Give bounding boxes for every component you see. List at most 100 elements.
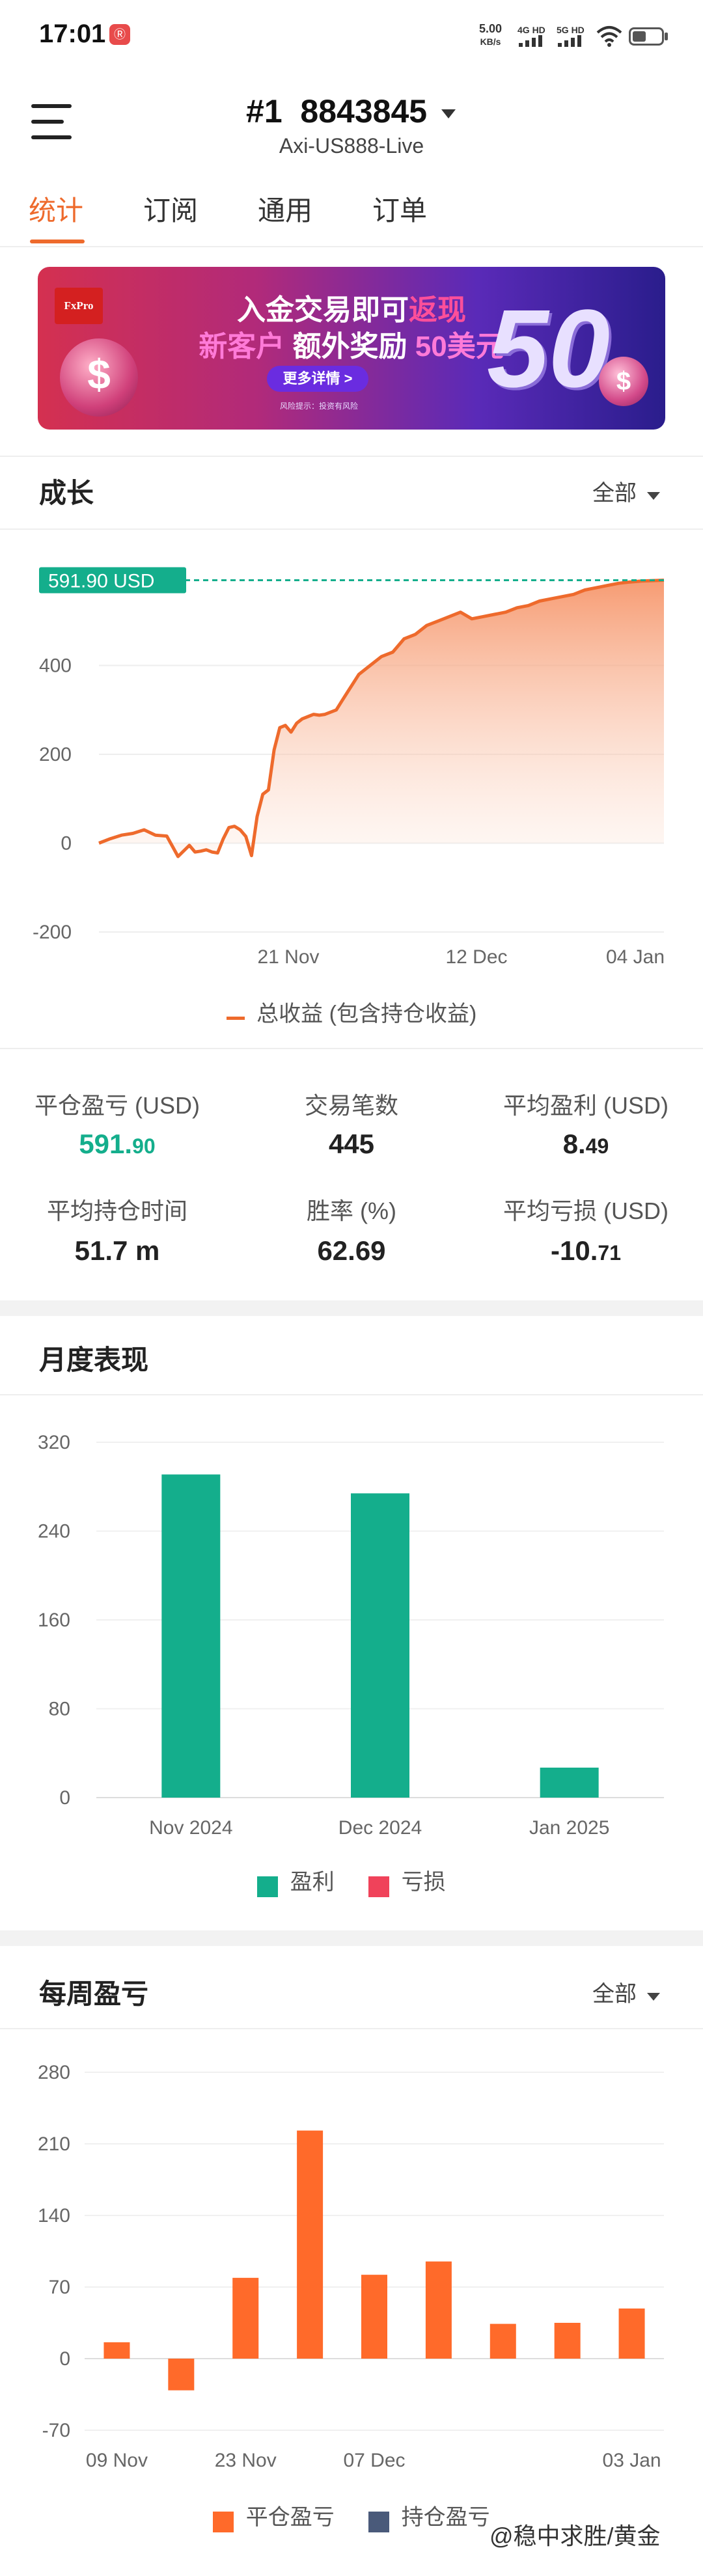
tab-subscribe[interactable]: 订阅 — [143, 189, 198, 228]
monthly-x-tick-label: Dec 2024 — [338, 1817, 422, 1839]
growth-y-tick-label: 200 — [39, 744, 72, 765]
growth-chart: -200 0 200 400 21 Nov 12 Dec 04 Jan 591.90 US… — [33, 567, 665, 968]
weekly-x-tick-label: 07 Dec — [343, 2450, 405, 2471]
tab-stats[interactable]: 统计 — [29, 189, 83, 228]
banner-fine-print: 风险提示：投资有风险 — [280, 402, 359, 411]
legend-profit-swatch — [257, 1876, 279, 1897]
caret-down-icon — [647, 492, 661, 500]
weekly-y-tick-label: 210 — [38, 2133, 70, 2155]
stat-value-closed-pnl: 591.90 — [7, 1129, 228, 1160]
weekly-bar — [103, 2342, 130, 2359]
legend-loss-swatch — [368, 1876, 390, 1897]
legend-profit-label: 盈利 — [290, 1870, 335, 1895]
weekly-y-tick-label: 0 — [59, 2348, 70, 2370]
stat-value-small: 71 — [598, 1241, 621, 1265]
net-speed-unit: KB/s — [480, 36, 501, 47]
section-divider — [0, 1394, 703, 1395]
net-speed-value: 5.00 — [479, 22, 503, 35]
stat-value-small: 49 — [585, 1134, 609, 1158]
monthly-y-tick-label: 320 — [38, 1432, 70, 1453]
stat-value-avg-profit: 8.49 — [475, 1129, 696, 1160]
growth-title: 成长 — [39, 478, 94, 508]
monthly-y-tick-label: 240 — [38, 1521, 70, 1542]
weekly-bar — [554, 2323, 581, 2359]
growth-current-label: 591.90 USD — [39, 567, 186, 594]
stat-label-win-rate: 胜率 (%) — [307, 1198, 396, 1224]
growth-legend-swatch — [226, 1017, 245, 1021]
weekly-x-tick-label: 09 Nov — [86, 2450, 148, 2471]
weekly-bar — [425, 2261, 452, 2359]
legend-loss-label: 亏损 — [401, 1870, 446, 1895]
status-time: 17:01 — [39, 20, 106, 48]
promo-banner[interactable]: FxPro $ 入金交易即可返现 新客户 额外奖励 50美元 更多详情 > 风险… — [38, 267, 665, 430]
growth-legend: 总收益 (包含持仓收益) — [0, 996, 703, 1028]
account-selector[interactable]: #1 8843845 — [0, 92, 703, 130]
wifi-icon — [596, 26, 622, 47]
dollar-coin-icon: $ — [599, 357, 648, 406]
battery-tip-icon — [665, 33, 668, 40]
section-divider — [0, 528, 703, 530]
section-divider — [0, 2028, 703, 2029]
weekly-y-tick-label: -70 — [42, 2420, 70, 2441]
monthly-x-tick-label: Jan 2025 — [529, 1817, 609, 1839]
legend-open-swatch — [368, 2511, 390, 2532]
growth-area — [99, 580, 664, 856]
monthly-legend: 盈利 亏损 — [0, 1864, 703, 1897]
monthly-y-tick-label: 160 — [38, 1610, 70, 1631]
stat-value-trades: 445 — [328, 1129, 375, 1159]
section-gap — [0, 1300, 703, 1316]
weekly-title: 每周盈亏 — [39, 1979, 149, 2009]
account-number: #1 8843845 — [246, 93, 428, 130]
banner-new-customer: 新客户 — [199, 331, 285, 363]
tab-indicator — [30, 240, 85, 243]
watermark: @稳中求胜/黄金 — [489, 2523, 661, 2549]
weekly-bar — [232, 2277, 259, 2359]
section-divider — [0, 1048, 703, 1049]
weekly-bar — [297, 2130, 324, 2359]
net-speed: 5.00 KB/s — [479, 22, 502, 48]
banner-headline-text: 入金交易即可 — [237, 294, 409, 326]
monthly-title: 月度表现 — [39, 1345, 149, 1375]
legend-open-label: 持仓盈亏 — [401, 2505, 490, 2530]
weekly-filter-dropdown[interactable]: 全部 — [592, 1976, 661, 2008]
growth-x-ticks: 21 Nov 12 Dec 04 Jan — [257, 946, 665, 968]
caret-down-icon — [441, 109, 456, 118]
weekly-y-tick-label: 280 — [38, 2062, 70, 2083]
growth-filter-dropdown[interactable]: 全部 — [592, 475, 661, 507]
stat-label-trades: 交易笔数 — [304, 1092, 398, 1119]
monthly-x-tick-label: Nov 2024 — [149, 1817, 232, 1839]
banner-headline-highlight: 返现 — [409, 294, 466, 326]
caret-down-icon — [647, 1993, 661, 2001]
banner-more-button[interactable]: 更多详情 > — [267, 366, 368, 392]
monthly-y-tick-label: 0 — [59, 1787, 70, 1809]
monthly-y-tick-label: 80 — [49, 1699, 70, 1720]
status-bar: 17:01 Ⓡ 5.00 KB/s 4G HD 5G HD — [0, 0, 703, 72]
growth-x-tick-label: 21 Nov — [257, 946, 319, 968]
stat-label-closed-pnl: 平仓盈亏 (USD) — [34, 1092, 200, 1119]
stat-value-small: 90 — [132, 1134, 156, 1158]
banner-extra-reward: 额外奖励 — [292, 331, 407, 363]
stat-label-avg-hold: 平均持仓时间 — [46, 1198, 187, 1224]
growth-x-tick-label: 12 Dec — [445, 946, 507, 968]
stat-value-main: -10. — [551, 1235, 598, 1266]
stat-label-avg-profit: 平均盈利 (USD) — [503, 1092, 669, 1119]
signal-4g-label: 4G HD — [517, 25, 545, 35]
weekly-x-tick-label: 03 Jan — [603, 2450, 661, 2471]
tab-general[interactable]: 通用 — [258, 189, 312, 228]
stat-label-avg-loss: 平均亏损 (USD) — [503, 1198, 669, 1224]
stat-value-avg-hold: 51.7 m — [74, 1235, 160, 1266]
weekly-filter-label: 全部 — [592, 1982, 637, 2007]
weekly-bar — [489, 2323, 516, 2359]
section-gap — [0, 1930, 703, 1946]
weekly-y-tick-label: 140 — [38, 2205, 70, 2227]
signal-4g-icon: 4G HD — [517, 25, 547, 47]
banner-big-number: 50 — [487, 287, 611, 411]
weekly-chart: -70 0 70 140 210 280 09 Nov 23 Nov 07 Dec 03 Jan — [38, 2062, 664, 2471]
section-divider — [0, 456, 703, 457]
growth-filter-label: 全部 — [592, 481, 637, 506]
weekly-bar — [361, 2275, 387, 2359]
tab-orders[interactable]: 订单 — [372, 189, 427, 228]
signal-bars-icon — [519, 35, 542, 47]
weekly-y-tick-label: 70 — [49, 2277, 70, 2298]
growth-legend-label: 总收益 (包含持仓收益) — [256, 1002, 477, 1026]
